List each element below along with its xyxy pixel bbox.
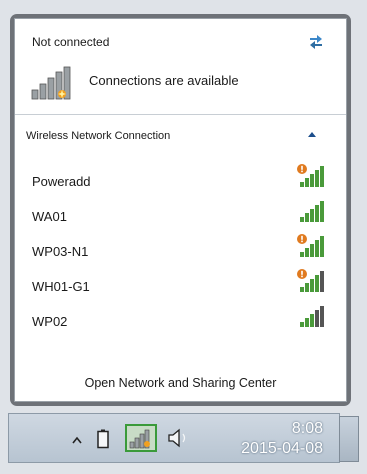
show-desktop-button[interactable]: [339, 416, 359, 462]
network-item-wp02[interactable]: WP02: [15, 305, 346, 339]
signal-secured-warning-icon: [297, 164, 324, 187]
network-name: WP03-N1: [32, 244, 89, 259]
signal-strength-icon: [300, 201, 324, 222]
battery-icon[interactable]: [97, 429, 109, 449]
open-network-sharing-center-link[interactable]: Open Network and Sharing Center: [15, 376, 346, 390]
status-title: Not connected: [32, 35, 110, 49]
collapse-chevron-icon[interactable]: [307, 130, 317, 138]
signal-strength-icon: [300, 306, 324, 327]
taskbar: 8:08 2015-04-08: [8, 413, 340, 463]
volume-icon[interactable]: [167, 427, 191, 449]
wireless-section-title: Wireless Network Connection: [26, 130, 171, 142]
clock-date: 2015-04-08: [241, 440, 323, 457]
divider: [15, 114, 346, 115]
network-name: WP02: [32, 314, 68, 329]
connections-available-text: Connections are available: [89, 73, 239, 88]
signal-secured-warning-icon: [297, 234, 324, 257]
refresh-icon[interactable]: [306, 31, 326, 49]
network-name: WA01: [32, 209, 67, 224]
show-hidden-icons-arrow[interactable]: [71, 436, 83, 444]
clock[interactable]: 8:08 2015-04-08: [241, 419, 323, 459]
clock-time: 8:08: [291, 420, 323, 437]
network-icon: [129, 429, 150, 449]
network-flyout-panel: Not connected Connections are available: [14, 18, 347, 402]
network-item-wa01[interactable]: WA01: [15, 200, 346, 234]
network-tray-button[interactable]: [125, 424, 157, 452]
network-item-wp03-n1[interactable]: WP03-N1: [15, 234, 346, 269]
signal-secured-warning-icon: [297, 269, 324, 292]
signal-available-icon: [31, 66, 71, 100]
network-item-wh01-g1[interactable]: WH01-G1: [15, 269, 346, 304]
network-name: Poweradd: [32, 174, 91, 189]
network-flyout: Not connected Connections are available: [10, 14, 351, 406]
connection-status-area: Not connected Connections are available: [15, 19, 346, 115]
network-item-poweradd[interactable]: Poweradd: [15, 164, 346, 199]
network-name: WH01-G1: [32, 279, 90, 294]
